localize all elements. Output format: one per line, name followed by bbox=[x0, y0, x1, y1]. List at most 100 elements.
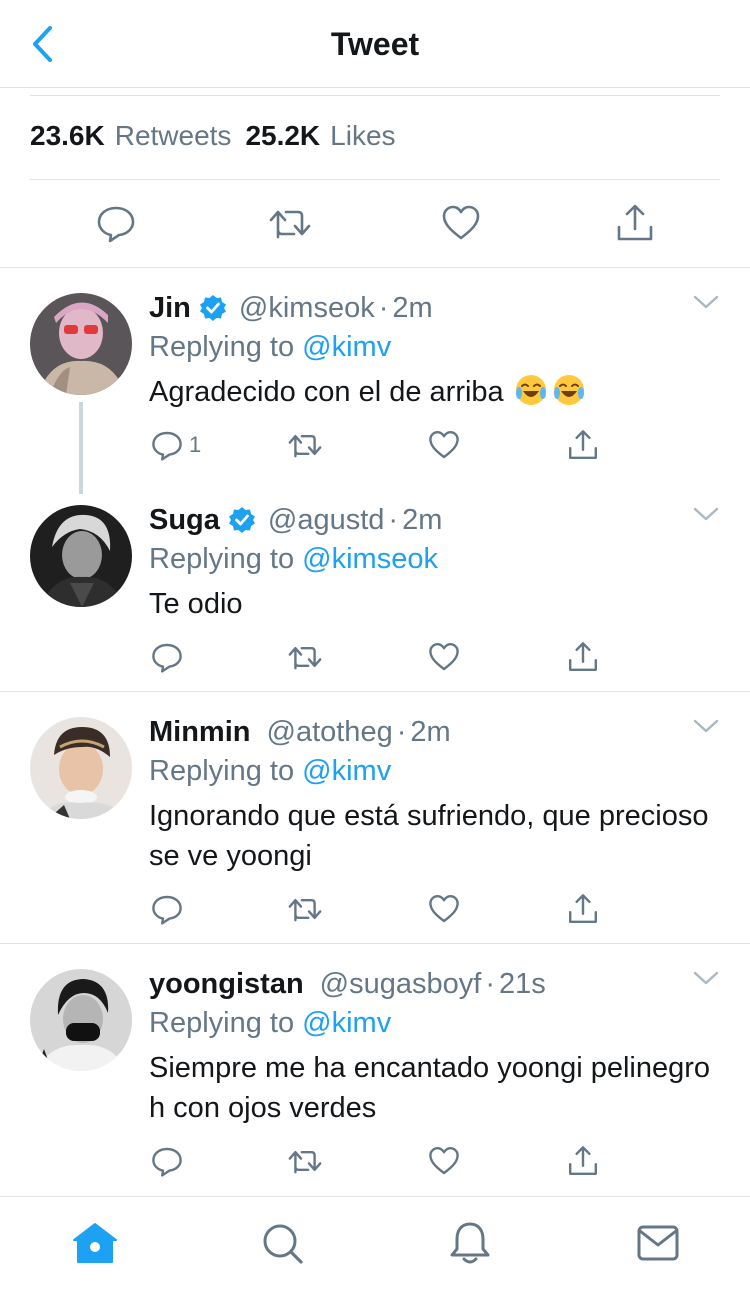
more-options-button[interactable] bbox=[692, 716, 720, 736]
like-button[interactable] bbox=[428, 889, 460, 929]
share-button[interactable] bbox=[567, 889, 599, 929]
replying-to-prefix: Replying to bbox=[149, 1007, 295, 1039]
verified-badge-icon bbox=[199, 294, 227, 322]
mention-link[interactable]: @kimseok bbox=[302, 543, 438, 575]
like-icon bbox=[442, 205, 480, 240]
tweet-stats: 23.6K Retweets 25.2K Likes bbox=[30, 120, 396, 152]
retweets-stat[interactable]: 23.6K Retweets bbox=[30, 120, 231, 152]
tweet-text-content: Agradecido con el de arriba bbox=[149, 376, 504, 408]
replying-to-prefix: Replying to bbox=[149, 543, 295, 575]
avatar[interactable] bbox=[30, 293, 132, 395]
verified-badge-icon bbox=[228, 506, 256, 534]
retweet-button[interactable] bbox=[287, 425, 323, 465]
reply-tweet[interactable]: Suga @agustd · 2m Replying to @kimseok T… bbox=[0, 502, 750, 682]
reply-button[interactable] bbox=[151, 1141, 183, 1181]
reply-button[interactable]: 1 bbox=[151, 425, 201, 465]
reply-button[interactable] bbox=[151, 889, 183, 929]
replying-to: Replying to @kimv bbox=[149, 1004, 720, 1042]
share-icon bbox=[569, 894, 597, 923]
search-icon bbox=[263, 1224, 303, 1264]
more-options-button[interactable] bbox=[692, 292, 720, 312]
replying-to: Replying to @kimv bbox=[149, 328, 720, 366]
display-name[interactable]: Jin bbox=[149, 292, 191, 325]
like-icon bbox=[429, 895, 459, 923]
like-button[interactable] bbox=[428, 425, 460, 465]
like-button[interactable] bbox=[428, 637, 460, 677]
reply-tweet[interactable]: Minmin @atotheg · 2m Replying to @kimv I… bbox=[0, 714, 750, 934]
display-name[interactable]: Suga bbox=[149, 504, 220, 537]
more-options-button[interactable] bbox=[692, 968, 720, 988]
display-name[interactable]: yoongistan bbox=[149, 968, 304, 1001]
divider bbox=[30, 179, 720, 180]
avatar[interactable] bbox=[30, 505, 132, 607]
reply-actions: 1 bbox=[149, 425, 609, 465]
chevron-down-icon bbox=[693, 507, 719, 521]
messages-icon bbox=[637, 1225, 679, 1261]
share-button[interactable] bbox=[613, 198, 657, 248]
share-icon bbox=[569, 642, 597, 671]
share-button[interactable] bbox=[567, 425, 599, 465]
retweets-count: 23.6K bbox=[30, 120, 105, 151]
reply-icon bbox=[152, 643, 182, 673]
user-handle[interactable]: @sugasboyf bbox=[320, 968, 482, 1001]
retweets-label: Retweets bbox=[114, 120, 232, 151]
separator-dot: · bbox=[485, 967, 495, 1000]
retweet-button[interactable] bbox=[287, 1141, 323, 1181]
reply-icon bbox=[152, 431, 182, 461]
user-handle[interactable]: @agustd bbox=[268, 504, 385, 537]
like-button[interactable] bbox=[428, 1141, 460, 1181]
replying-to: Replying to @kimseok bbox=[149, 540, 720, 578]
reply-count: 1 bbox=[189, 432, 202, 457]
mention-link[interactable]: @kimv bbox=[302, 331, 391, 363]
divider bbox=[0, 943, 750, 944]
likes-stat[interactable]: 25.2K Likes bbox=[245, 120, 395, 152]
separator-dot: · bbox=[388, 503, 399, 536]
mention-link[interactable]: @kimv bbox=[302, 1007, 391, 1039]
tab-search[interactable] bbox=[258, 1219, 306, 1267]
share-button[interactable] bbox=[567, 1141, 599, 1181]
tweet-actions bbox=[0, 198, 750, 248]
replying-to-prefix: Replying to bbox=[149, 755, 295, 787]
separator-dot: · bbox=[378, 291, 389, 324]
user-handle[interactable]: @kimseok bbox=[239, 292, 375, 325]
like-icon bbox=[429, 643, 459, 671]
display-name[interactable]: Minmin bbox=[149, 716, 251, 749]
retweet-icon bbox=[288, 435, 322, 458]
divider bbox=[0, 267, 750, 268]
divider bbox=[30, 95, 720, 96]
retweet-icon bbox=[269, 210, 311, 239]
retweet-button[interactable] bbox=[287, 637, 323, 677]
avatar[interactable] bbox=[30, 717, 132, 819]
user-handle[interactable]: @atotheg bbox=[267, 716, 393, 749]
retweet-button[interactable] bbox=[268, 198, 312, 248]
share-icon bbox=[569, 1146, 597, 1175]
chevron-down-icon bbox=[693, 971, 719, 985]
reply-tweet[interactable]: Jin @kimseok · 2m Replying to @kimv Agra… bbox=[0, 290, 750, 480]
mention-link[interactable]: @kimv bbox=[302, 755, 391, 787]
tweet-text: Ignorando que está sufriendo, que precio… bbox=[149, 800, 709, 872]
home-icon bbox=[73, 1223, 117, 1263]
reply-actions bbox=[149, 889, 609, 929]
top-nav-bar: Tweet bbox=[0, 0, 750, 88]
reply-button[interactable] bbox=[151, 637, 183, 677]
share-button[interactable] bbox=[567, 637, 599, 677]
tab-messages[interactable] bbox=[634, 1219, 682, 1267]
tab-notifications[interactable] bbox=[446, 1219, 494, 1267]
timestamp: 21s bbox=[498, 967, 546, 1000]
tab-home[interactable] bbox=[71, 1219, 119, 1267]
joy-emoji bbox=[552, 373, 586, 407]
likes-label: Likes bbox=[330, 120, 396, 151]
avatar[interactable] bbox=[30, 969, 132, 1071]
replying-to-prefix: Replying to bbox=[149, 331, 295, 363]
reply-tweet[interactable]: yoongistan @sugasboyf · 21s Replying to … bbox=[0, 966, 750, 1186]
reply-icon bbox=[97, 206, 135, 243]
more-options-button[interactable] bbox=[692, 504, 720, 524]
reply-button[interactable] bbox=[94, 198, 138, 248]
retweet-button[interactable] bbox=[287, 889, 323, 929]
bottom-tab-bar bbox=[0, 1196, 750, 1294]
retweet-icon bbox=[288, 1151, 322, 1174]
retweet-icon bbox=[288, 899, 322, 922]
timestamp: 2m bbox=[410, 715, 451, 748]
like-button[interactable] bbox=[439, 198, 483, 248]
chevron-down-icon bbox=[693, 295, 719, 309]
